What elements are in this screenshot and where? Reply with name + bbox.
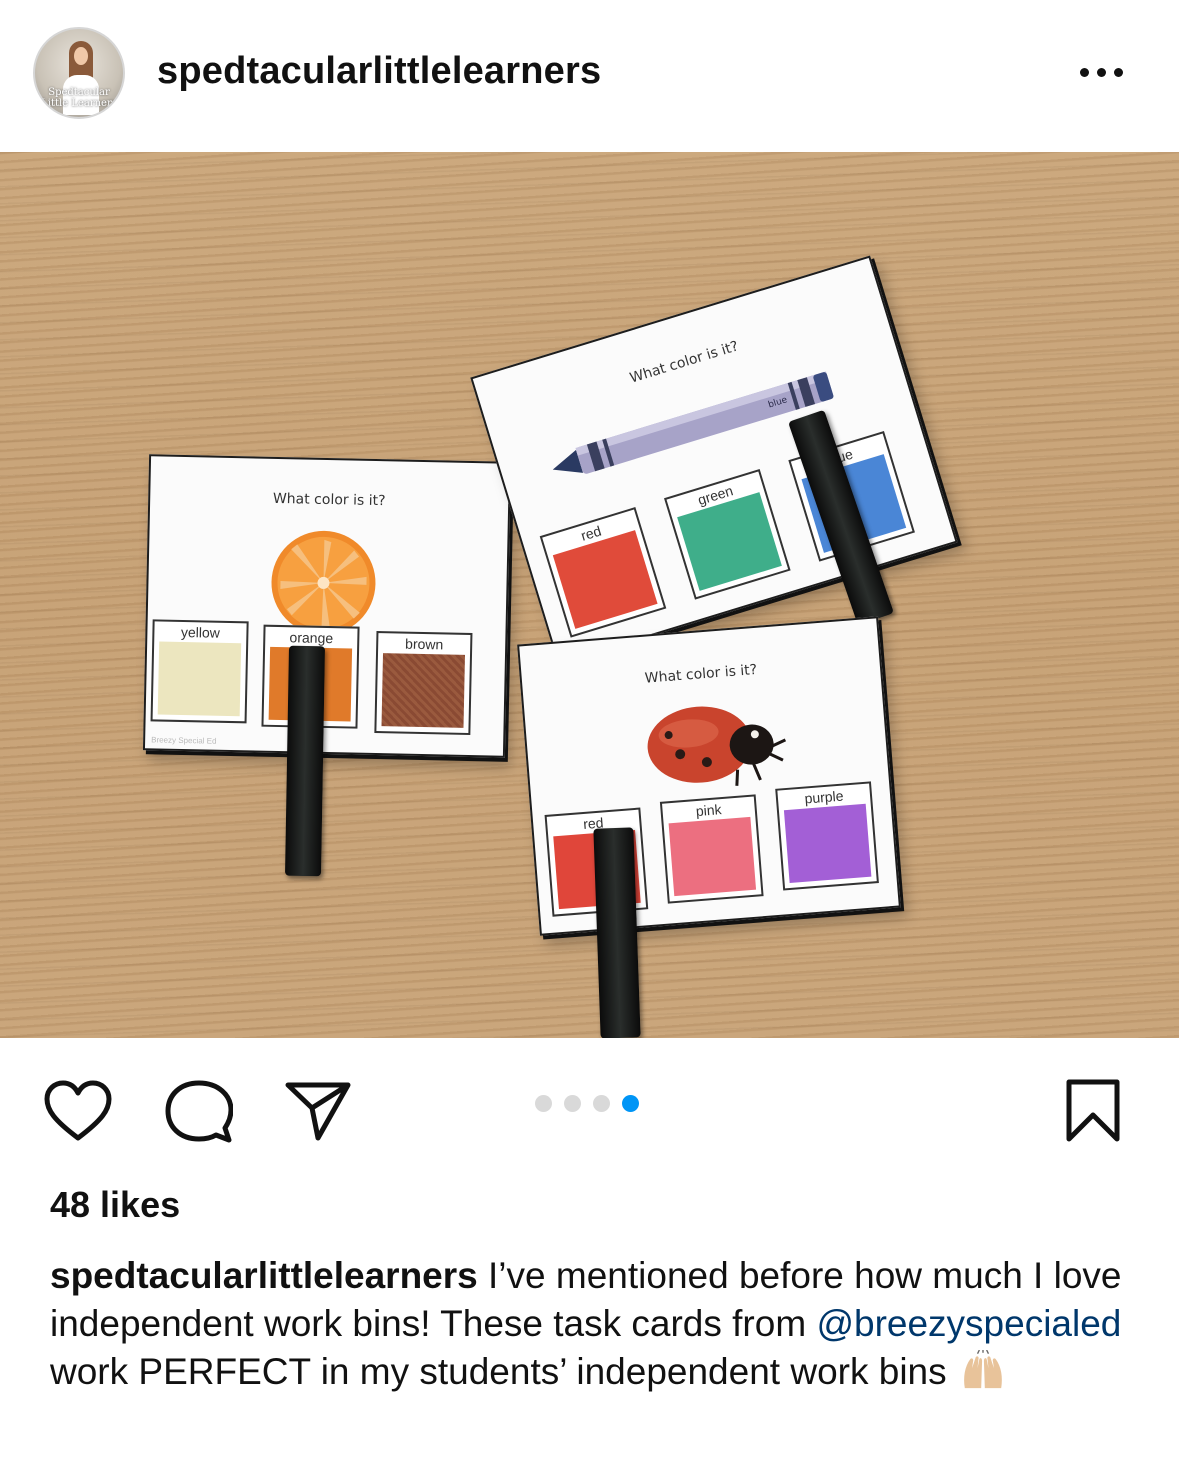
color-swatch [157, 641, 242, 717]
option-green[interactable]: green [664, 469, 791, 600]
clothespin[interactable] [593, 827, 641, 1038]
orange-slice-image [271, 530, 376, 635]
carousel-dot[interactable] [535, 1095, 552, 1112]
color-swatch [668, 816, 757, 897]
option-red[interactable]: red [539, 507, 667, 638]
card-footer: Breezy Special Ed [151, 735, 217, 746]
option-pink[interactable]: pink [659, 794, 764, 904]
option-label: brown [404, 635, 444, 653]
color-swatch [783, 803, 872, 884]
more-horizontal-icon-dot [1097, 67, 1106, 77]
option-yellow[interactable]: yellow [150, 619, 249, 724]
post-caption: spedtacularlittlelearners I’ve mentioned… [50, 1252, 1140, 1396]
avatar-face [74, 47, 88, 65]
paper-plane-icon[interactable] [284, 1080, 352, 1142]
option-purple[interactable]: purple [775, 781, 879, 891]
color-swatch [381, 653, 466, 728]
task-card-ladybug: What color is it? red pink purple [517, 616, 901, 936]
post-header: Spedtacular Little Learners spedtacularl… [0, 0, 1179, 152]
comment-icon[interactable] [165, 1080, 233, 1144]
option-brown[interactable]: brown [374, 631, 473, 736]
mention-link[interactable]: @breezyspecialed [816, 1303, 1121, 1344]
likes-count[interactable]: 48 likes [50, 1184, 180, 1226]
caption-text-end: work PERFECT in my students’ independent… [50, 1351, 957, 1392]
post-photo[interactable]: What color is it? yellow orange brown Br… [0, 152, 1179, 1038]
option-label: orange [289, 629, 334, 647]
caption-username[interactable]: spedtacularlittlelearners [50, 1255, 478, 1296]
more-horizontal-icon-dot [1114, 67, 1123, 77]
card-question: What color is it? [644, 661, 758, 687]
avatar-logo-text: Spedtacular Little Learners [41, 87, 117, 109]
carousel-indicator [535, 1095, 639, 1112]
post-username[interactable]: spedtacularlittlelearners [157, 50, 601, 93]
card-question: What color is it? [272, 490, 386, 510]
more-options-button[interactable] [1080, 55, 1146, 89]
bookmark-icon[interactable] [1064, 1078, 1122, 1144]
raising-hands-emoji [964, 1350, 1002, 1389]
heart-icon[interactable] [44, 1080, 112, 1142]
task-card-orange: What color is it? yellow orange brown Br… [142, 454, 512, 758]
option-label: yellow [180, 623, 221, 641]
carousel-dot[interactable] [564, 1095, 581, 1112]
more-horizontal-icon [1080, 67, 1089, 77]
ladybug-image [647, 706, 787, 786]
carousel-dot[interactable] [593, 1095, 610, 1112]
profile-avatar[interactable]: Spedtacular Little Learners [33, 27, 125, 119]
clothespin[interactable] [284, 645, 326, 877]
carousel-dot-active[interactable] [622, 1095, 639, 1112]
